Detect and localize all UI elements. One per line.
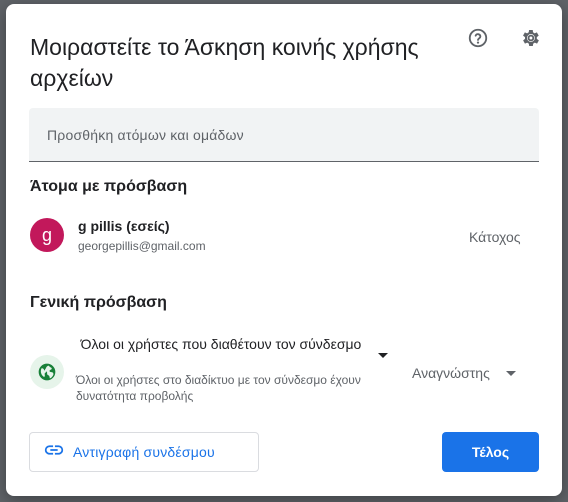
person-name: g pillis (εσείς): [78, 218, 170, 234]
link-icon: [43, 439, 65, 466]
people-with-access-heading: Άτομα με πρόσβαση: [30, 178, 188, 195]
general-access-heading: Γενική πρόσβαση: [30, 294, 167, 311]
general-access-role: Αναγνώστης: [412, 365, 490, 381]
add-people-input[interactable]: [29, 108, 539, 161]
person-role-owner: Κάτοχος: [469, 229, 521, 245]
globe-icon: [30, 355, 64, 389]
help-icon[interactable]: [466, 26, 490, 50]
chevron-down-icon: [378, 353, 388, 358]
share-dialog: Μοιραστείτε το Άσκηση κοινής χρήσης αρχε…: [6, 4, 562, 496]
gear-icon[interactable]: [518, 26, 542, 50]
add-people-field: [29, 108, 539, 162]
dialog-title: Μοιραστείτε το Άσκηση κοινής χρήσης αρχε…: [30, 34, 419, 91]
copy-link-button[interactable]: Αντιγραφή συνδέσμου: [29, 432, 259, 472]
general-access-selected: Όλοι οι χρήστες που διαθέτουν τον σύνδεσ…: [80, 336, 362, 352]
general-access-role-dropdown[interactable]: Αναγνώστης: [412, 365, 516, 381]
general-access-dropdown[interactable]: Όλοι οι χρήστες που διαθέτουν τον σύνδεσ…: [76, 331, 392, 358]
avatar: g: [30, 218, 64, 252]
copy-link-label: Αντιγραφή συνδέσμου: [73, 444, 215, 460]
general-access-description: Όλοι οι χρήστες στο διαδίκτυο με τον σύν…: [76, 373, 361, 403]
avatar-letter: g: [41, 224, 52, 245]
done-button[interactable]: Τέλος: [442, 432, 539, 472]
person-email: georgepillis@gmail.com: [78, 239, 206, 253]
chevron-down-icon: [505, 370, 516, 376]
